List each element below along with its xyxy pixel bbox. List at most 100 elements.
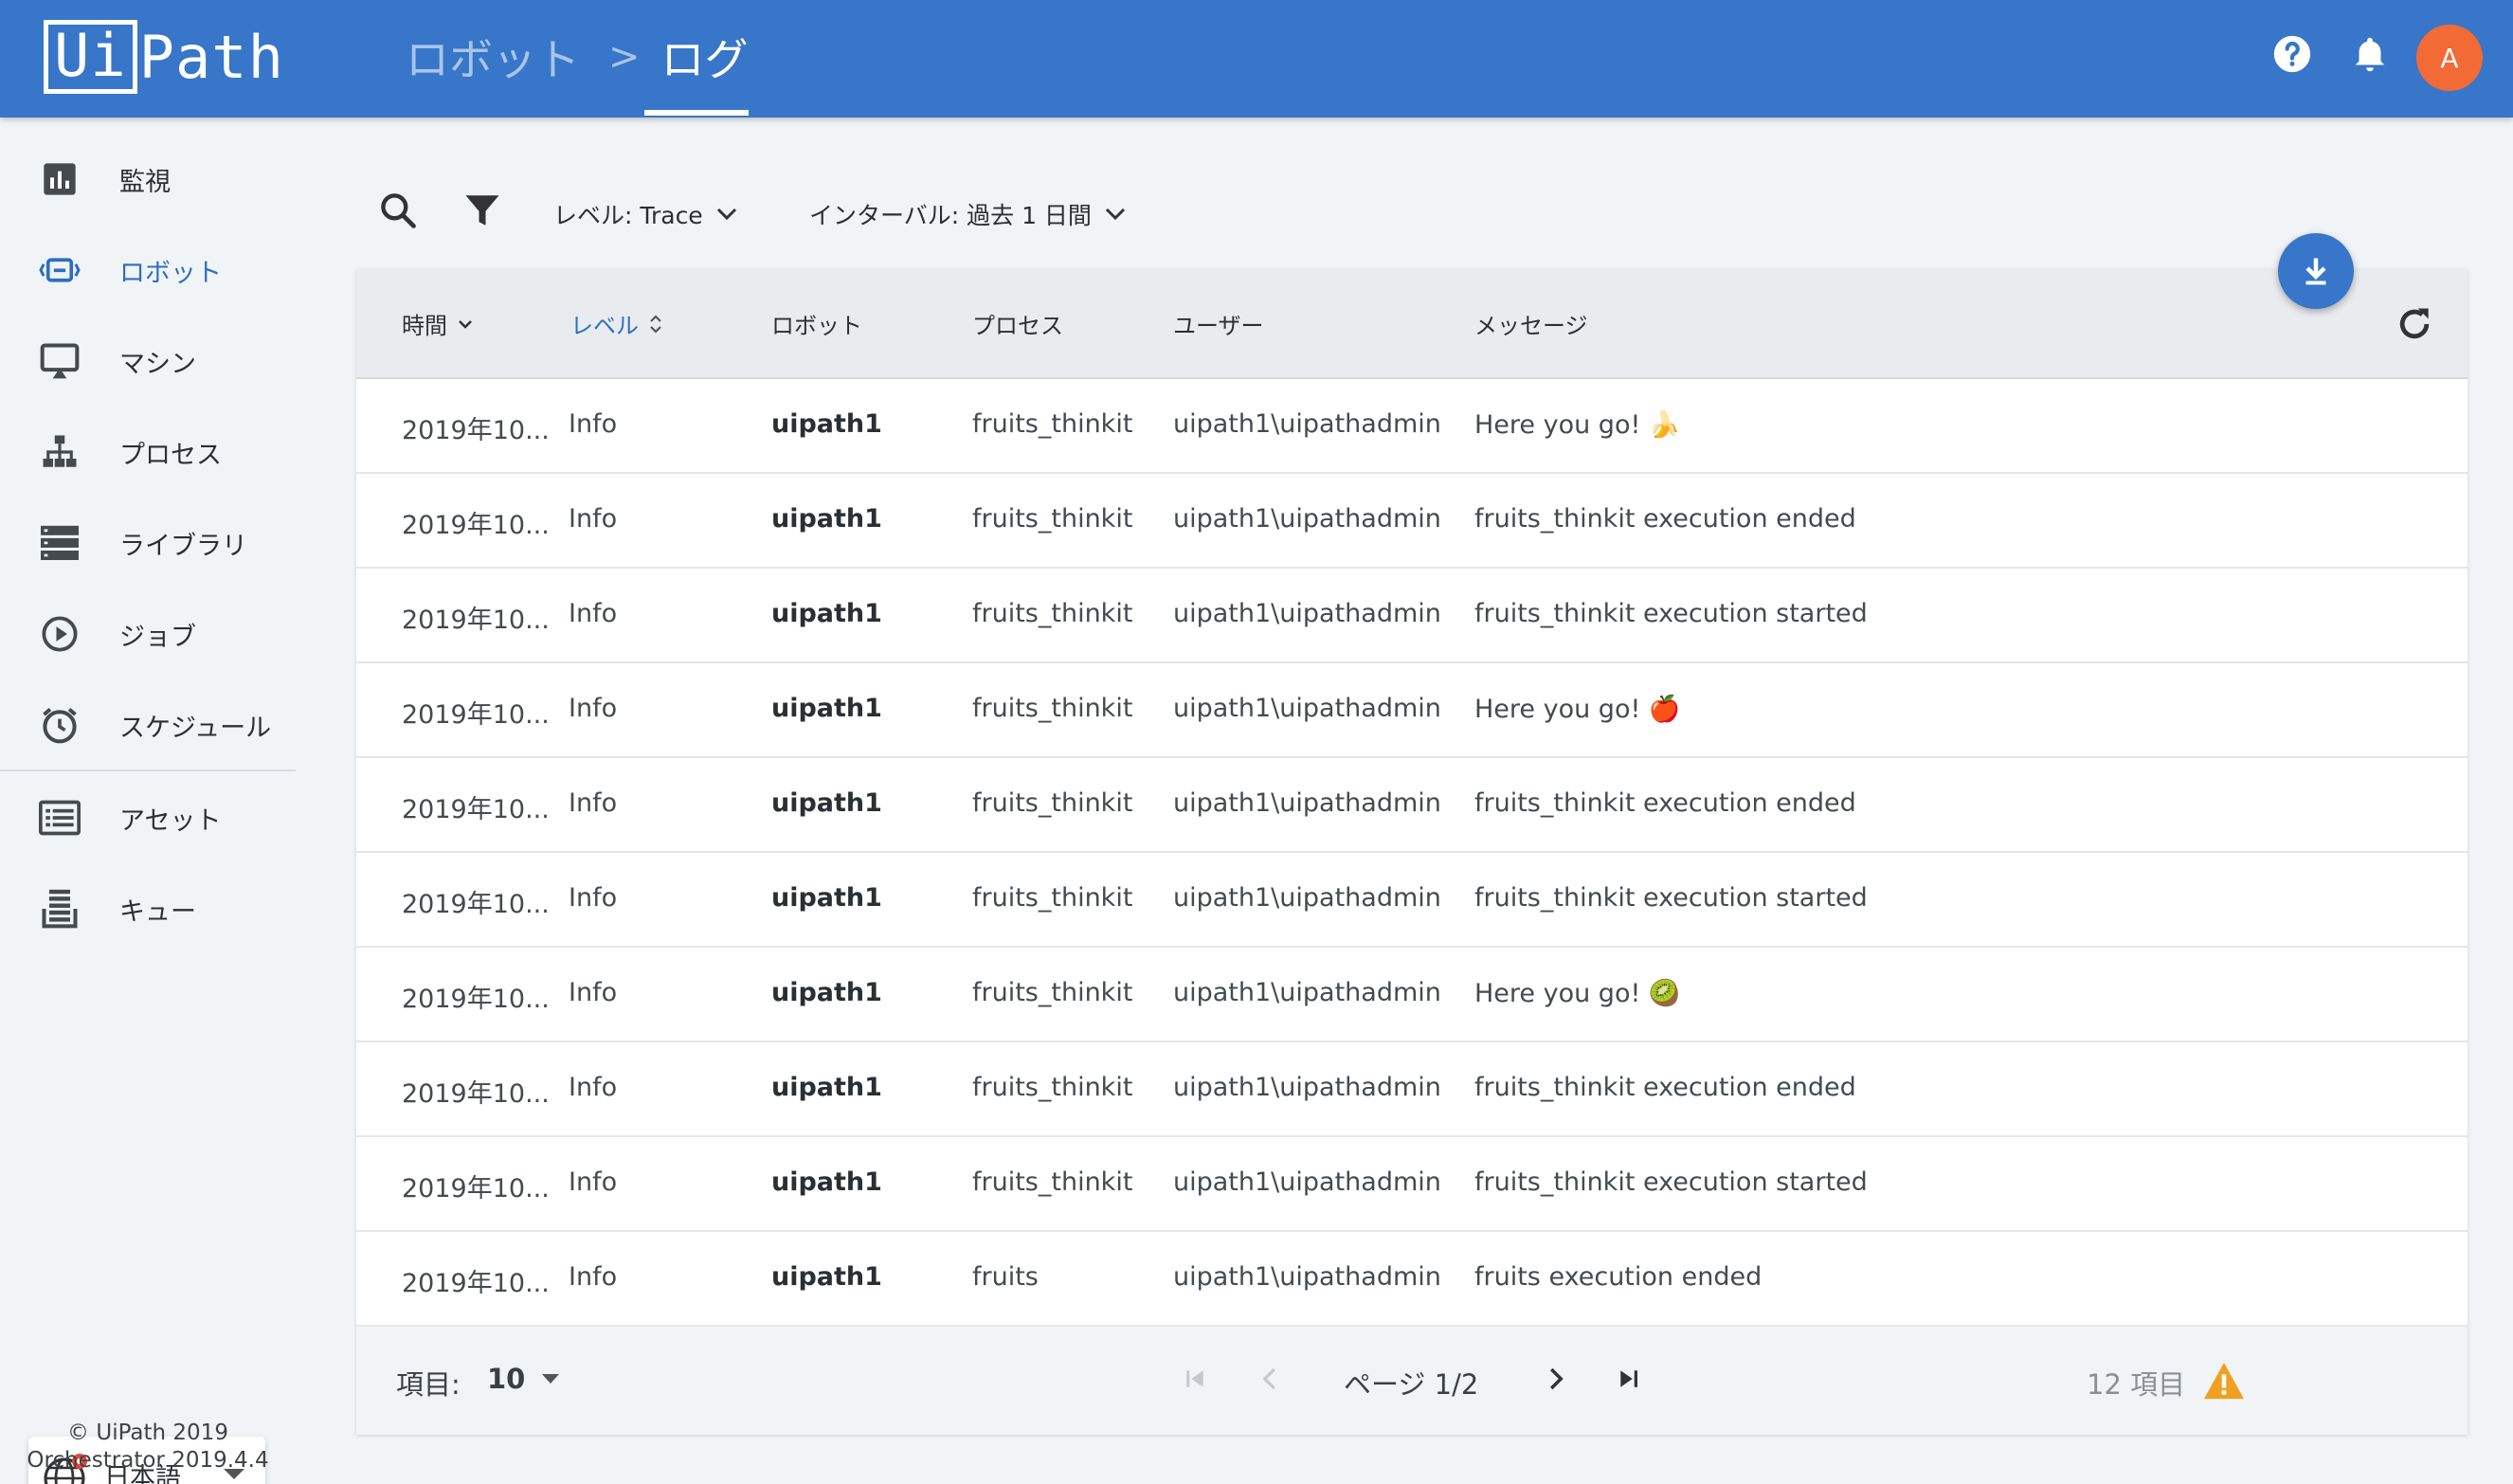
page-size-dropdown[interactable]: 10 [487, 1363, 561, 1395]
sidebar-item-queues[interactable]: キュー [0, 871, 296, 947]
sidebar-item-label: プロセス [119, 440, 222, 470]
active-tab-indicator [644, 110, 749, 116]
cell-level: Info [569, 694, 618, 723]
chart-icon [38, 157, 81, 201]
breadcrumb-parent[interactable]: ロボット [406, 26, 580, 88]
column-header-message[interactable]: メッセージ [1474, 307, 1588, 340]
sidebar-item-label: ライブラリ [119, 531, 247, 561]
cell-message: fruits_thinkit execution started [1474, 1167, 1868, 1197]
table-row[interactable]: 2019年10... Info uipath1 fruits uipath1\uipat… [356, 1232, 2468, 1327]
download-icon [2305, 258, 2326, 285]
interval-filter-dropdown[interactable]: インターバル: 過去 1 日間 [809, 195, 1126, 233]
next-page-icon[interactable] [1541, 1365, 1569, 1397]
sidebar-item-monitoring[interactable]: 監視 [0, 141, 296, 217]
prev-page-icon[interactable] [1256, 1365, 1285, 1397]
table-row[interactable]: 2019年10... Info uipath1 fruits_thinkit uipat… [356, 379, 2468, 474]
table-row[interactable]: 2019年10... Info uipath1 fruits_thinkit uipat… [356, 758, 2468, 853]
level-filter-dropdown[interactable]: レベル: Trace [553, 195, 737, 233]
sort-icon [650, 314, 661, 334]
cell-time: 2019年10... [402, 795, 550, 824]
queue-icon [38, 887, 81, 931]
page-indicator: ページ 1/2 [1344, 1368, 1479, 1401]
column-label: レベル [570, 313, 639, 339]
copyright: © UiPath 2019 Orchestrator 2019.4.4 [0, 1420, 296, 1475]
cell-process: fruits_thinkit [972, 788, 1133, 818]
table-row[interactable]: 2019年10... Info uipath1 fruits_thinkit uipat… [356, 853, 2468, 948]
caret-down-icon [542, 1374, 560, 1384]
cell-robot: uipath1 [771, 1262, 882, 1292]
cell-time: 2019年10... [402, 1079, 550, 1109]
table-row[interactable]: 2019年10... Info uipath1 fruits_thinkit uipat… [356, 948, 2468, 1042]
column-header-robot[interactable]: ロボット [771, 307, 862, 340]
warning-icon[interactable] [2202, 1361, 2246, 1404]
sidebar-item-assets[interactable]: アセット [0, 780, 296, 856]
cell-user: uipath1\uipathadmin [1173, 1167, 1441, 1197]
alarm-icon [38, 703, 81, 747]
search-icon[interactable] [377, 190, 421, 233]
cell-level: Info [569, 599, 618, 628]
table-row[interactable]: 2019年10... Info uipath1 fruits_thinkit uipat… [356, 1042, 2468, 1137]
cell-time: 2019年10... [402, 890, 550, 919]
sidebar-item-label: アセット [119, 805, 222, 836]
sidebar-item-label: ロボット [119, 258, 222, 288]
sidebar-item-schedules[interactable]: スケジュール [0, 687, 296, 763]
cell-robot: uipath1 [771, 883, 882, 913]
column-header-level[interactable]: レベル [570, 307, 663, 340]
cell-level: Info [569, 409, 618, 439]
cell-time: 2019年10... [402, 511, 550, 540]
cell-level: Info [569, 883, 618, 913]
cell-time: 2019年10... [402, 416, 550, 445]
table-row[interactable]: 2019年10... Info uipath1 fruits_thinkit uipat… [356, 1137, 2468, 1232]
table-header: 時間 レベル ロボット プロセス ユーザー メッセージ [356, 269, 2468, 379]
cell-message: fruits_thinkit execution ended [1474, 1073, 1856, 1102]
column-header-process[interactable]: プロセス [972, 307, 1063, 340]
column-header-user[interactable]: ユーザー [1173, 307, 1264, 340]
table-row[interactable]: 2019年10... Info uipath1 fruits_thinkit uipat… [356, 663, 2468, 758]
sidebar-item-machines[interactable]: マシン [0, 323, 296, 399]
cell-process: fruits_thinkit [972, 409, 1133, 439]
cell-robot: uipath1 [771, 1167, 882, 1197]
sidebar-item-label: ジョブ [119, 622, 196, 652]
cell-process: fruits_thinkit [972, 694, 1133, 723]
cell-message: fruits_thinkit execution started [1474, 883, 1868, 913]
filter-icon[interactable] [462, 190, 506, 233]
sidebar-divider [0, 769, 296, 771]
cell-process: fruits_thinkit [972, 883, 1133, 913]
logo-mark: Ui [44, 20, 137, 94]
sidebar-item-libraries[interactable]: ライブラリ [0, 505, 296, 581]
cell-user: uipath1\uipathadmin [1173, 788, 1441, 818]
cell-message: fruits_thinkit execution ended [1474, 788, 1856, 818]
cell-process: fruits_thinkit [972, 504, 1133, 534]
cell-user: uipath1\uipathadmin [1173, 978, 1441, 1007]
cell-process: fruits_thinkit [972, 1073, 1133, 1102]
level-filter-label: レベル: Trace [553, 202, 703, 229]
sidebar-item-robots[interactable]: ロボット [0, 232, 296, 308]
sidebar-item-jobs[interactable]: ジョブ [0, 596, 296, 672]
breadcrumb-current: ログ [660, 34, 749, 85]
table-row[interactable]: 2019年10... Info uipath1 fruits_thinkit uipat… [356, 569, 2468, 663]
interval-filter-label: インターバル: 過去 1 日間 [809, 202, 1092, 229]
asset-icon [38, 796, 81, 840]
play-circle-icon [38, 612, 81, 656]
bell-icon[interactable] [2348, 32, 2392, 76]
column-header-time[interactable]: 時間 [402, 307, 474, 340]
cell-robot: uipath1 [771, 788, 882, 818]
cell-user: uipath1\uipathadmin [1173, 1262, 1441, 1292]
cell-level: Info [569, 1262, 618, 1292]
copyright-text: © UiPath 2019 [67, 1421, 228, 1445]
help-icon[interactable] [2270, 32, 2314, 76]
refresh-icon[interactable] [2394, 303, 2435, 349]
cell-message: Here you go! 🥝 [1474, 979, 1681, 1008]
cell-user: uipath1\uipathadmin [1173, 504, 1441, 534]
uipath-logo[interactable]: Ui Path [44, 19, 284, 95]
first-page-icon[interactable] [1181, 1365, 1209, 1397]
download-button[interactable] [2278, 233, 2354, 309]
chevron-down-icon [1105, 208, 1125, 221]
sidebar-item-processes[interactable]: プロセス [0, 414, 296, 490]
cell-user: uipath1\uipathadmin [1173, 1073, 1441, 1102]
avatar[interactable]: A [2416, 25, 2483, 91]
last-page-icon[interactable] [1615, 1365, 1643, 1397]
table-row[interactable]: 2019年10... Info uipath1 fruits_thinkit uipat… [356, 474, 2468, 569]
cell-robot: uipath1 [771, 599, 882, 628]
cell-message: fruits_thinkit execution started [1474, 599, 1868, 628]
